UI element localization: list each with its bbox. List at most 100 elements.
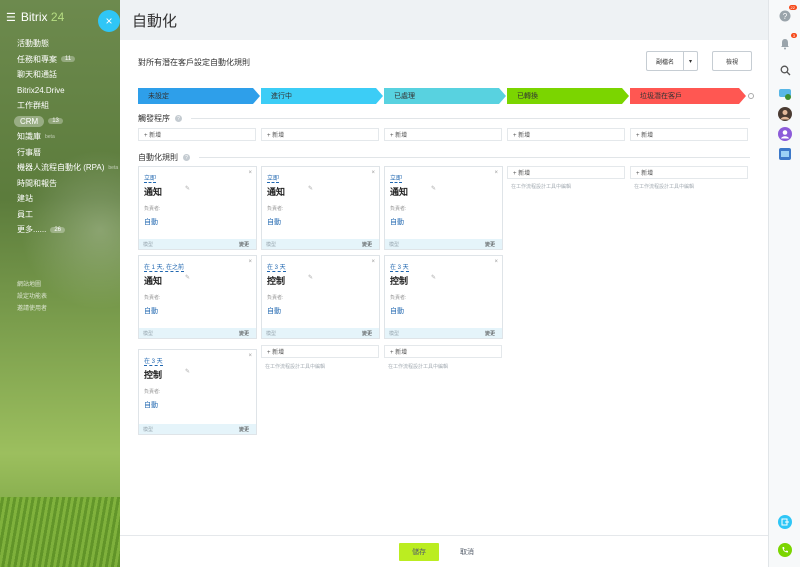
sidebar-item-tasks[interactable]: 任務和專案 11 [17,52,118,68]
responsible-value[interactable]: 自動 [267,306,281,316]
workgroup-avatar[interactable] [777,146,793,162]
responsible-value[interactable]: 自動 [144,306,158,316]
cancel-button[interactable]: 取消 [460,543,474,561]
add-rule-button[interactable]: + 新增 [261,345,379,358]
stage-settings-icon[interactable] [748,93,754,99]
sidebar-config-menu-link[interactable]: 設定功能表 [17,289,47,301]
notifications-button[interactable]: 3 [777,33,797,52]
stage-in-progress[interactable]: 進行中 [261,88,383,104]
stage-converted[interactable]: 已轉換 [507,88,629,104]
rule-trigger-link[interactable]: 在 3 天 [267,262,286,272]
stage-not-set[interactable]: 未設定 [138,88,260,104]
add-trigger-button[interactable]: + 新增 [138,128,256,141]
user-avatar-1[interactable] [777,106,793,122]
rule-trigger-link[interactable]: 立即 [390,173,403,183]
stage-label: 垃圾潛在客戶 [640,93,682,100]
rule-trigger-link[interactable]: 立即 [144,173,157,183]
sidebar-item-rpa[interactable]: 機器人流程自動化 (RPA) beta [17,160,118,176]
rule-card-footer: 模型 變更 [262,328,379,338]
sidebar-invite-users-link[interactable]: 邀請使用者 [17,301,47,313]
close-slider-button[interactable]: × [98,10,120,32]
pencil-icon[interactable]: ✎ [308,274,313,281]
designer-hint[interactable]: 在工作流程設計工具中編輯 [634,183,694,190]
stage-processed[interactable]: 已處理 [384,88,506,104]
change-link[interactable]: 變更 [239,241,249,248]
add-trigger-button[interactable]: + 新增 [630,128,748,141]
add-rule-button[interactable]: + 新增 [630,166,748,179]
sidebar-item-drive[interactable]: Bitrix24.Drive [17,83,118,99]
sidebar-sitemap-link[interactable]: 網站地圖 [17,277,47,289]
change-link[interactable]: 變更 [485,241,495,248]
designer-hint[interactable]: 在工作流程設計工具中編輯 [511,183,571,190]
rule-card[interactable]: 立即 × 通知 ✎ 負責者: 自動 模型 變更 [384,166,503,250]
sidebar-item-crm[interactable]: CRM 13 [14,114,118,130]
rule-card[interactable]: 在 3 天 × 控制 ✎ 負責者: 自動 模型 變更 [261,255,380,339]
pencil-icon[interactable]: ✎ [185,274,190,281]
responsible-label: 負責者: [267,295,284,301]
menu-icon[interactable]: ☰ [6,11,16,24]
stage-junk[interactable]: 垃圾潛在客戶 [630,88,746,104]
view-button[interactable]: 檢視 [712,51,752,71]
sidebar-item-feed[interactable]: 活動動態 [17,36,118,52]
close-icon[interactable]: × [248,170,252,176]
rule-title: 通知 [144,187,163,197]
add-trigger-button[interactable]: + 新增 [384,128,502,141]
help-button[interactable]: ? 22 [777,5,797,24]
sidebar-item-more[interactable]: 更多...... 26 [17,222,118,238]
sidebar-item-sites[interactable]: 建站 [17,191,118,207]
close-icon[interactable]: × [371,170,375,176]
responsible-value[interactable]: 自動 [390,306,404,316]
sidebar-item-time[interactable]: 時間和報告 [17,176,118,192]
close-icon[interactable]: × [248,353,252,359]
rule-card[interactable]: 立即 × 通知 ✎ 負責者: 自動 模型 變更 [261,166,380,250]
close-icon[interactable]: × [494,170,498,176]
add-trigger-button[interactable]: + 新增 [507,128,625,141]
change-link[interactable]: 變更 [485,330,495,337]
exit-button[interactable] [777,514,793,530]
pencil-icon[interactable]: ✎ [185,185,190,192]
responsible-value[interactable]: 自動 [144,400,158,410]
responsible-value[interactable]: 自動 [390,217,404,227]
extension-dropdown[interactable]: 副檔名 ▾ [646,51,698,71]
rule-card[interactable]: 在 3 天 × 控制 ✎ 負責者: 自動 模型 變更 [138,349,257,435]
change-link[interactable]: 變更 [362,241,372,248]
rule-card[interactable]: 在 1 天, 在之前 × 通知 ✎ 負責者: 自動 模型 變更 [138,255,257,339]
responsible-value[interactable]: 自動 [267,217,281,227]
pencil-icon[interactable]: ✎ [431,274,436,281]
close-icon[interactable]: × [371,259,375,265]
rule-trigger-link[interactable]: 在 3 天 [390,262,409,272]
add-trigger-button[interactable]: + 新增 [261,128,379,141]
close-icon[interactable]: × [248,259,252,265]
rule-trigger-link[interactable]: 在 3 天 [144,356,163,366]
call-button[interactable] [777,542,793,558]
change-link[interactable]: 變更 [362,330,372,337]
add-rule-button[interactable]: + 新增 [507,166,625,179]
search-button[interactable] [777,62,793,78]
rule-card-footer: 模型 變更 [385,328,502,338]
save-button[interactable]: 儲存 [399,543,439,561]
designer-hint[interactable]: 在工作流程設計工具中編輯 [265,363,325,370]
sidebar-item-workgroups[interactable]: 工作群組 [17,98,118,114]
sidebar-item-employees[interactable]: 員工 [17,207,118,223]
help-icon[interactable]: ? [175,115,182,122]
sidebar-item-knowledge[interactable]: 知識庫 beta [17,129,118,145]
help-icon[interactable]: ? [183,154,190,161]
designer-hint[interactable]: 在工作流程設計工具中編輯 [388,363,448,370]
open-lines-button[interactable] [777,86,793,102]
rule-card[interactable]: 立即 × 通知 ✎ 負責者: 自動 模型 變更 [138,166,257,250]
add-rule-button[interactable]: + 新增 [384,345,502,358]
brand-logo[interactable]: ☰ Bitrix 24 [6,10,64,24]
rule-card[interactable]: 在 3 天 × 控制 ✎ 負責者: 自動 模型 變更 [384,255,503,339]
rule-trigger-link[interactable]: 在 1 天, 在之前 [144,262,185,272]
responsible-value[interactable]: 自動 [144,217,158,227]
pencil-icon[interactable]: ✎ [431,185,436,192]
user-avatar-2[interactable] [777,126,793,142]
change-link[interactable]: 變更 [239,330,249,337]
pencil-icon[interactable]: ✎ [308,185,313,192]
change-link[interactable]: 變更 [239,426,249,433]
sidebar-item-chat[interactable]: 聊天和通話 [17,67,118,83]
sidebar-item-calendar[interactable]: 行事曆 [17,145,118,161]
rule-trigger-link[interactable]: 立即 [267,173,280,183]
close-icon[interactable]: × [494,259,498,265]
pencil-icon[interactable]: ✎ [185,368,190,375]
